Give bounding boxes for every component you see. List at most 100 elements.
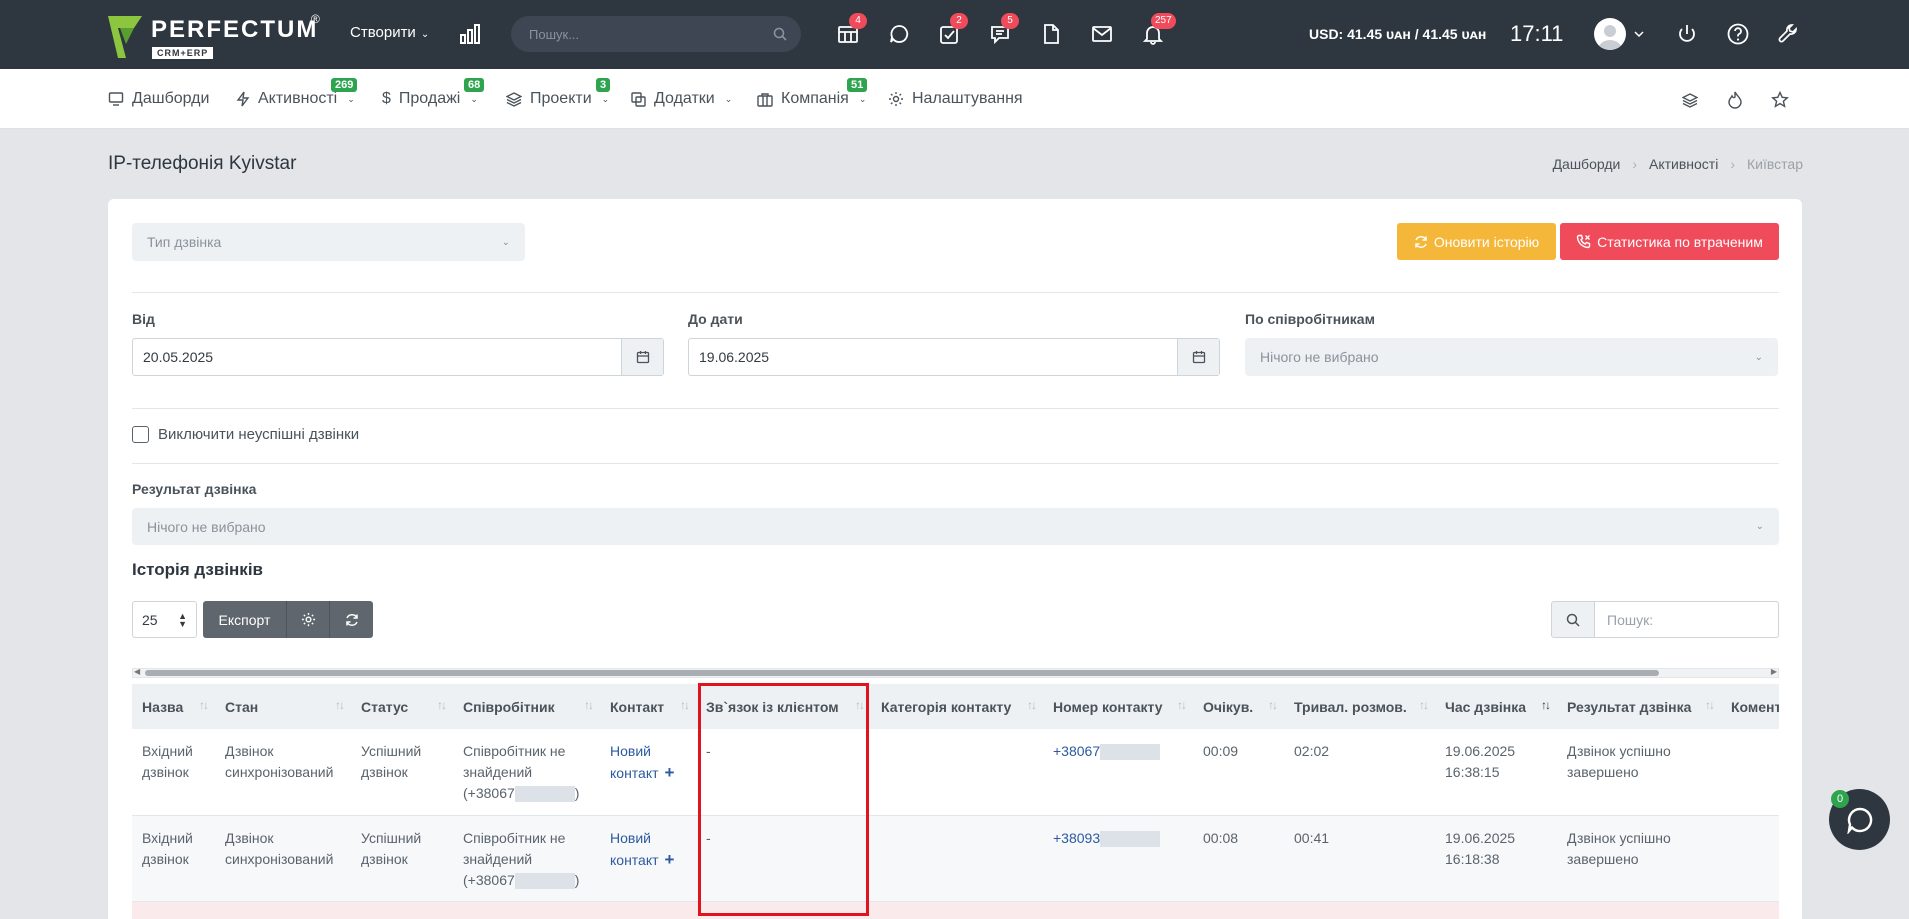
column-settings-button[interactable] <box>287 601 330 638</box>
nav-settings[interactable]: Налаштування <box>888 90 1023 108</box>
exclude-failed-checkbox[interactable] <box>132 426 149 443</box>
sync-icon <box>1415 235 1427 248</box>
col-duration[interactable]: Тривал. розмов. ↑↓ <box>1284 684 1435 729</box>
from-date-field[interactable] <box>132 338 664 376</box>
call-type-select[interactable]: Тип дзвінка ⌄ <box>132 223 525 261</box>
new-contact-link[interactable]: Новий контакт <box>610 830 659 868</box>
employee-text: Співробітник не знайдений <box>463 829 566 867</box>
layers-icon[interactable] <box>1679 89 1701 111</box>
nav-activities[interactable]: Активності ⌄ 269 <box>236 78 358 108</box>
col-contact-number[interactable]: Номер контакту ↑↓ <box>1043 684 1193 729</box>
avatar[interactable] <box>1594 18 1626 50</box>
nav-badge: 269 <box>331 78 358 92</box>
star-icon[interactable] <box>1769 89 1791 111</box>
horizontal-scrollbar[interactable]: ◀ ▶ <box>132 667 1779 678</box>
employees-label: По співробітникам <box>1245 311 1375 327</box>
refresh-history-button[interactable]: Оновити історію <box>1397 223 1556 260</box>
scroll-right-icon[interactable]: ▶ <box>1771 667 1777 676</box>
wrench-icon[interactable] <box>1775 20 1803 48</box>
col-contact-category[interactable]: Категорія контакту ↑↓ <box>871 684 1043 729</box>
export-button[interactable]: Експорт <box>203 601 287 638</box>
sort-icon: ↑↓ <box>199 698 209 712</box>
col-call-time[interactable]: Час дзвінка ↑↓ <box>1435 684 1557 729</box>
col-comment[interactable]: Комент <box>1721 684 1779 729</box>
help-icon[interactable] <box>1724 20 1752 48</box>
col-wait[interactable]: Очікув. ↑↓ <box>1193 684 1284 729</box>
monitor-icon <box>108 92 124 106</box>
scrollbar-thumb[interactable] <box>145 670 1659 676</box>
new-contact-link[interactable]: Новий контакт <box>610 743 659 781</box>
breadcrumb-activities[interactable]: Активності <box>1649 156 1718 172</box>
flame-icon[interactable] <box>1724 89 1746 111</box>
to-date-field[interactable] <box>688 338 1220 376</box>
table-search-input[interactable] <box>1595 601 1779 638</box>
scroll-left-icon[interactable]: ◀ <box>134 667 140 676</box>
nav-company[interactable]: Компанія ⌄ 51 <box>757 78 868 108</box>
plus-icon[interactable]: + <box>665 850 675 869</box>
mail-icon[interactable] <box>1088 20 1116 48</box>
col-state[interactable]: Стан ↑↓ <box>215 684 351 729</box>
table-search <box>1551 601 1779 638</box>
phone-link[interactable]: +38067 <box>1053 743 1100 759</box>
messages-icon[interactable]: 5 <box>986 13 1019 48</box>
reload-table-button[interactable] <box>330 601 373 638</box>
table-row: Вхідний дзвінок Дзвінок синхронізований … <box>132 815 1779 902</box>
calendar-icon[interactable]: 4 <box>834 13 867 48</box>
cell-name: Вхідний дзвінок <box>132 729 215 816</box>
col-employee[interactable]: Співробітник ↑↓ <box>453 684 600 729</box>
gear-icon <box>889 92 903 106</box>
nav-dashboards[interactable]: Дашборди <box>108 90 209 108</box>
global-search[interactable] <box>511 16 801 52</box>
col-status[interactable]: Статус ↑↓ <box>351 684 453 729</box>
per-page-select[interactable]: 25 ▲ ▼ <box>132 601 197 638</box>
document-icon[interactable] <box>1037 20 1065 48</box>
calendar-icon[interactable] <box>1177 339 1219 375</box>
call-type-placeholder: Тип дзвінка <box>147 234 222 250</box>
logo[interactable]: PERFECTUM ® CRM+ERP <box>108 12 320 60</box>
notifications-badge: 257 <box>1151 13 1176 29</box>
sort-icon: ↑↓ <box>1268 698 1278 712</box>
nav-projects[interactable]: Проекти ⌄ 3 <box>506 78 611 108</box>
plus-icon[interactable]: + <box>665 763 675 782</box>
cell-call-time: 19.06.2025 16:38:15 <box>1435 729 1557 816</box>
create-menu[interactable]: Створити ⌄ <box>350 24 429 41</box>
sort-arrows-icon: ▲ ▼ <box>178 610 187 629</box>
exclude-failed-row[interactable]: Виключити неуспішні дзвінки <box>132 426 359 443</box>
tasks-check-icon[interactable]: 2 <box>935 13 968 48</box>
table-button-group: Експорт <box>203 601 373 638</box>
nav-sales[interactable]: $ Продажі ⌄ 68 <box>382 78 485 108</box>
from-date-input[interactable] <box>143 339 523 375</box>
phone-link[interactable]: +38093 <box>1053 830 1100 846</box>
breadcrumb-dashboards[interactable]: Дашборди <box>1553 156 1621 172</box>
col-name[interactable]: Назва ↑↓ <box>132 684 215 729</box>
chat-bubble-icon <box>1846 807 1872 834</box>
nav-label: Дашборди <box>132 90 210 107</box>
cell-comment <box>1721 729 1779 816</box>
cell-contact: Новий контакт + <box>600 815 696 902</box>
cell-category <box>871 815 1043 902</box>
col-client-link[interactable]: Зв`язок із клієнтом ↑↓ <box>696 684 871 729</box>
missed-stats-button[interactable]: Статистика по втраченим <box>1560 223 1779 260</box>
col-call-result[interactable]: Результат дзвінка ↑↓ <box>1557 684 1721 729</box>
result-select[interactable]: Нічого не вибрано ⌄ <box>132 508 1779 545</box>
bell-icon[interactable]: 257 <box>1139 13 1176 48</box>
bar-chart-icon[interactable] <box>456 20 484 48</box>
chat-bubble-icon[interactable] <box>885 20 913 48</box>
from-label: Від <box>132 311 155 327</box>
cell-contact-number: +38067 <box>1043 729 1193 816</box>
calendar-icon[interactable] <box>621 339 663 375</box>
briefcase-icon <box>757 92 773 107</box>
nav-addons[interactable]: Додатки ⌄ <box>631 90 732 108</box>
col-contact[interactable]: Контакт ↑↓ <box>600 684 696 729</box>
chevron-down-icon: ⌄ <box>858 93 867 104</box>
cell-employee: Співробітник не знайдений (+38067) <box>453 815 600 902</box>
gear-icon <box>301 612 315 627</box>
clock: 17:11 <box>1510 21 1564 46</box>
to-date-input[interactable] <box>699 339 1079 375</box>
employees-select[interactable]: Нічого не вибрано ⌄ <box>1245 338 1778 376</box>
chevron-down-icon[interactable] <box>1631 20 1647 48</box>
cell-empty <box>132 901 1779 919</box>
chevron-down-icon: ⌄ <box>601 93 610 104</box>
power-icon[interactable] <box>1673 20 1701 48</box>
global-search-input[interactable] <box>529 16 759 52</box>
